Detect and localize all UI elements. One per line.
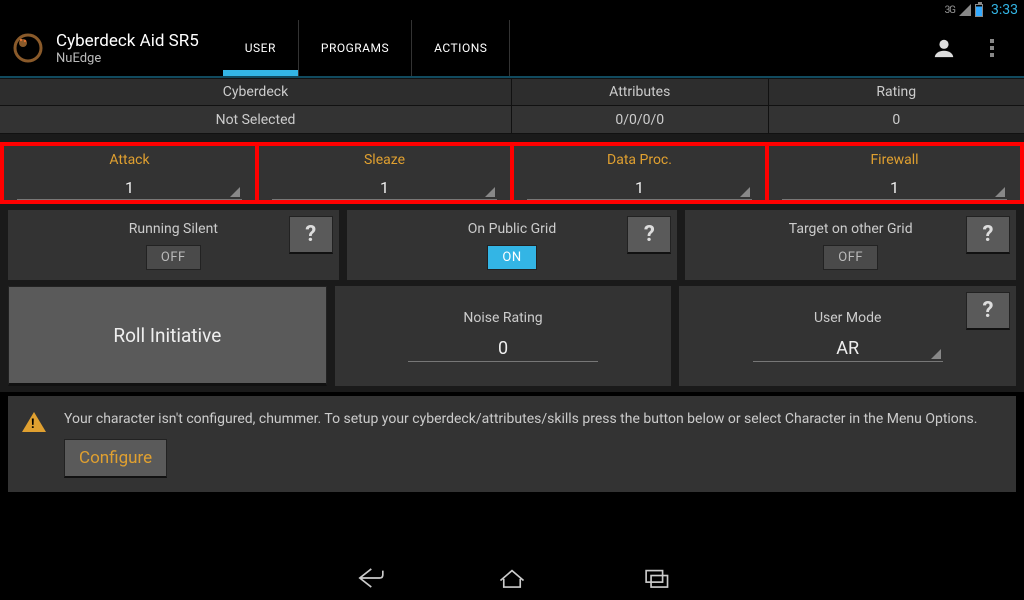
- user-profile-button[interactable]: [920, 24, 968, 72]
- card-user-mode: ? User Mode AR: [679, 286, 1016, 386]
- value-attributes: 0/0/0/0: [512, 106, 769, 133]
- user-mode-value: AR: [836, 338, 859, 359]
- tab-actions[interactable]: ACTIONS: [411, 20, 510, 76]
- label-cyberdeck: Cyberdeck: [0, 79, 512, 105]
- nav-home-button[interactable]: [490, 561, 534, 595]
- card-public-grid: ? On Public Grid ON: [347, 210, 678, 280]
- attr-sleaze-label: Sleaze: [364, 152, 405, 168]
- toggle-row: ? Running Silent OFF ? On Public Grid ON…: [0, 204, 1024, 286]
- attr-firewall-label: Firewall: [870, 152, 918, 168]
- warning-panel: Your character isn't configured, chummer…: [8, 396, 1016, 492]
- attr-attack-label: Attack: [109, 152, 149, 168]
- public-grid-label: On Public Grid: [468, 221, 556, 237]
- attr-firewall-value: 1: [890, 178, 899, 197]
- target-other-grid-label: Target on other Grid: [789, 221, 913, 237]
- deck-info-values: Not Selected 0/0/0/0 0: [0, 106, 1024, 134]
- attr-dataproc[interactable]: Data Proc. 1: [514, 146, 765, 200]
- network-indicator: 3G: [945, 5, 955, 16]
- asdf-attribute-row: Attack 1 Sleaze 1 Data Proc. 1 Firewall …: [0, 142, 1024, 204]
- noise-rating-value: 0: [498, 338, 508, 359]
- value-cyberdeck[interactable]: Not Selected: [0, 106, 512, 133]
- tab-user[interactable]: USER: [223, 20, 298, 76]
- label-rating: Rating: [769, 79, 1024, 105]
- running-silent-label: Running Silent: [129, 221, 218, 237]
- target-other-grid-toggle[interactable]: OFF: [823, 245, 878, 270]
- warning-icon: [22, 412, 46, 432]
- spinner-handle-icon: [931, 349, 941, 359]
- signal-icon: [959, 4, 971, 16]
- main-tabs: USER PROGRAMS ACTIONS: [223, 20, 511, 76]
- app-icon[interactable]: [8, 28, 48, 68]
- card-running-silent: ? Running Silent OFF: [8, 210, 339, 280]
- nav-recents-button[interactable]: [634, 561, 678, 595]
- noise-rating-label: Noise Rating: [463, 310, 542, 326]
- user-mode-label: User Mode: [814, 310, 881, 326]
- spinner-handle-icon: [740, 187, 750, 197]
- app-subtitle: NuEdge: [56, 51, 199, 66]
- public-grid-toggle[interactable]: ON: [487, 245, 536, 270]
- deck-info-header: Cyberdeck Attributes Rating: [0, 78, 1024, 106]
- attr-attack-value: 1: [125, 178, 134, 197]
- overflow-menu-button[interactable]: [968, 24, 1016, 72]
- battery-icon: [975, 4, 983, 17]
- user-mode-spinner[interactable]: AR: [753, 334, 943, 362]
- noise-rating-spinner[interactable]: 0: [408, 334, 598, 362]
- attr-firewall[interactable]: Firewall 1: [769, 146, 1020, 200]
- attr-attack[interactable]: Attack 1: [4, 146, 255, 200]
- help-button[interactable]: ?: [289, 216, 333, 254]
- running-silent-toggle[interactable]: OFF: [146, 245, 201, 270]
- help-button[interactable]: ?: [966, 216, 1010, 254]
- configure-button[interactable]: Configure: [64, 439, 167, 478]
- spinner-handle-icon: [230, 187, 240, 197]
- card-noise-rating: Noise Rating 0: [335, 286, 672, 386]
- attr-sleaze-value: 1: [380, 178, 389, 197]
- roll-initiative-button[interactable]: Roll Initiative: [8, 286, 327, 386]
- attr-dataproc-value: 1: [635, 178, 644, 197]
- nav-back-button[interactable]: [346, 561, 390, 595]
- app-title-block: Cyberdeck Aid SR5 NuEdge: [56, 31, 199, 66]
- help-button[interactable]: ?: [966, 292, 1010, 330]
- attr-sleaze[interactable]: Sleaze 1: [259, 146, 510, 200]
- android-nav-bar: [0, 556, 1024, 600]
- value-rating: 0: [769, 106, 1024, 133]
- action-bar: Cyberdeck Aid SR5 NuEdge USER PROGRAMS A…: [0, 20, 1024, 76]
- attr-dataproc-label: Data Proc.: [607, 152, 672, 168]
- tab-programs[interactable]: PROGRAMS: [298, 20, 411, 76]
- spinner-handle-icon: [485, 187, 495, 197]
- android-status-bar: 3G 3:33: [0, 0, 1024, 20]
- help-button[interactable]: ?: [627, 216, 671, 254]
- warning-text: Your character isn't configured, chummer…: [64, 410, 1002, 429]
- label-attributes: Attributes: [512, 79, 769, 105]
- action-row: Roll Initiative Noise Rating 0 ? User Mo…: [0, 286, 1024, 392]
- status-clock: 3:33: [991, 2, 1018, 18]
- app-title: Cyberdeck Aid SR5: [56, 31, 199, 51]
- spinner-handle-icon: [995, 187, 1005, 197]
- card-target-other-grid: ? Target on other Grid OFF: [685, 210, 1016, 280]
